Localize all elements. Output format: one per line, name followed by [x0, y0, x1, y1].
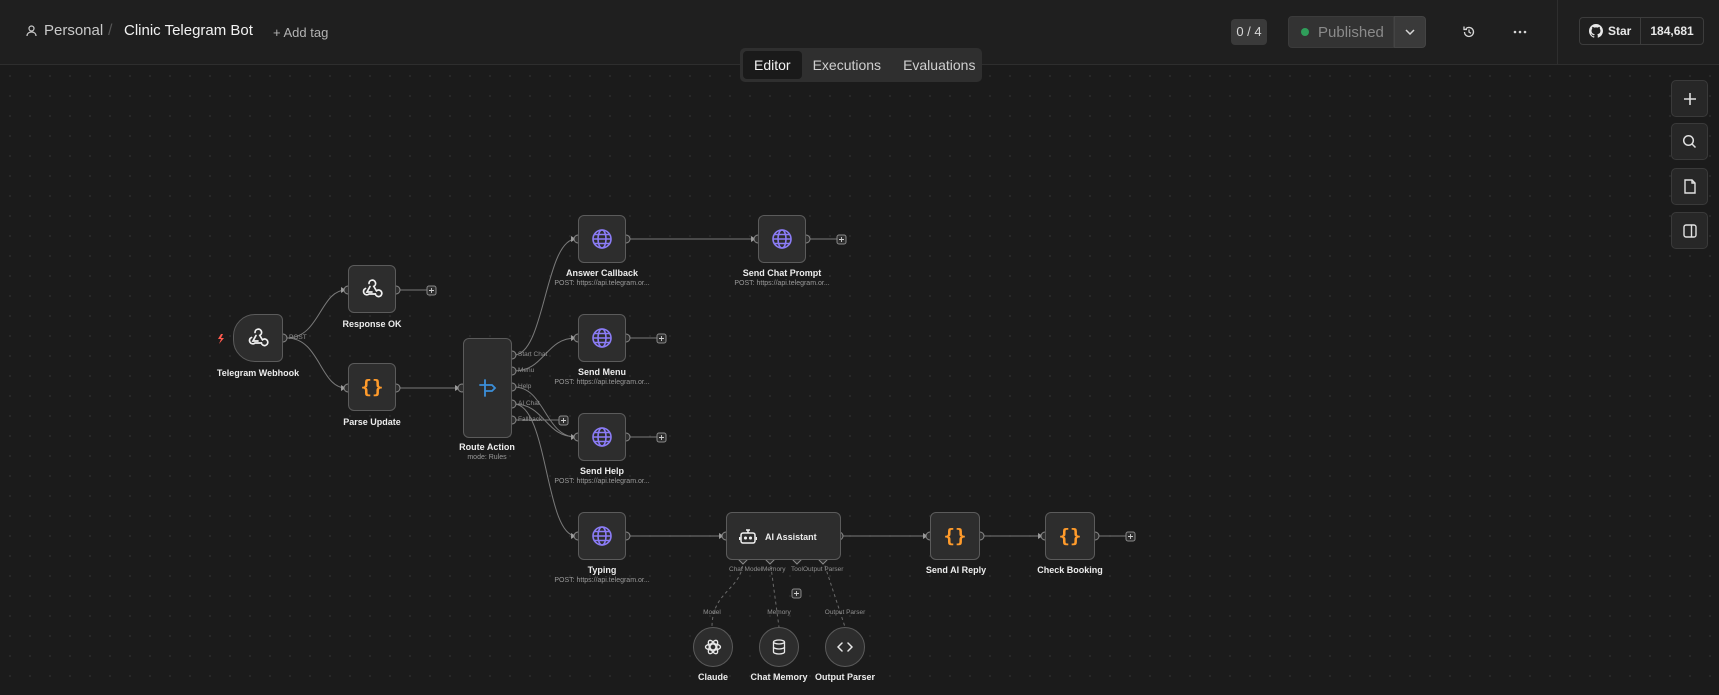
- node-send-help-subtitle: POST: https://api.telegram.or...: [554, 478, 650, 485]
- node-answer-callback-label: Answer Callback: [565, 268, 639, 278]
- node-claude[interactable]: [693, 627, 733, 667]
- globe-icon: [772, 229, 792, 249]
- node-send-chat-prompt-label: Send Chat Prompt: [742, 268, 822, 278]
- node-send-menu-label: Send Menu: [577, 367, 626, 377]
- code-braces-icon: {}: [360, 376, 384, 398]
- port-label-memory: Memory: [762, 566, 786, 573]
- webhook-icon: [362, 279, 383, 298]
- code-braces-icon: {}: [1058, 525, 1082, 547]
- globe-icon: [592, 427, 612, 447]
- port-label-tool: Tool: [791, 566, 803, 573]
- port-label-post: POST: [289, 334, 307, 341]
- node-response-ok[interactable]: [348, 265, 396, 313]
- edge-webhook-response: [286, 289, 347, 339]
- port-label-fallback: Fallback: [518, 416, 543, 423]
- trigger-bolt-icon: [218, 334, 224, 344]
- code-icon: [837, 642, 853, 652]
- node-output-parser[interactable]: [825, 627, 865, 667]
- node-parse-update[interactable]: {}: [348, 363, 396, 411]
- edge-route-answer: [513, 238, 577, 356]
- robot-icon: [739, 529, 757, 544]
- edge-route-help: [513, 386, 577, 438]
- globe-icon: [592, 328, 612, 348]
- port-label-start-chat: Start Chat: [518, 351, 548, 358]
- node-response-ok-label: Response OK: [342, 319, 402, 329]
- globe-icon: [592, 229, 612, 249]
- router-icon: [478, 379, 496, 397]
- code-braces-icon: {}: [943, 525, 967, 547]
- node-answer-callback-subtitle: POST: https://api.telegram.or...: [554, 280, 650, 287]
- node-chat-memory[interactable]: [759, 627, 799, 667]
- node-typing-subtitle: POST: https://api.telegram.or...: [554, 577, 650, 584]
- edge-webhook-parse: [286, 337, 347, 389]
- node-send-menu[interactable]: [578, 314, 626, 362]
- node-ai-assistant[interactable]: AI Assistant: [726, 512, 841, 560]
- sub-label-output-parser: Output Parser: [824, 609, 866, 616]
- node-answer-callback[interactable]: [578, 215, 626, 263]
- node-send-menu-subtitle: POST: https://api.telegram.or...: [554, 379, 650, 386]
- port-label-ai-chat: AI Chat: [518, 400, 540, 407]
- node-send-help[interactable]: [578, 413, 626, 461]
- node-telegram-webhook-label: Telegram Webhook: [216, 368, 300, 378]
- sub-label-memory: Memory: [767, 609, 791, 616]
- node-typing[interactable]: [578, 512, 626, 560]
- node-parse-update-label: Parse Update: [343, 417, 401, 427]
- globe-icon: [592, 526, 612, 546]
- node-check-booking-label: Check Booking: [1037, 565, 1103, 575]
- node-send-ai-reply[interactable]: {}: [930, 512, 980, 560]
- node-typing-label: Typing: [587, 565, 617, 575]
- port-label-chat-model: Chat Model: [729, 566, 763, 573]
- openai-knot-icon: [704, 639, 722, 655]
- node-check-booking[interactable]: {}: [1045, 512, 1095, 560]
- database-icon: [772, 639, 786, 655]
- node-send-help-label: Send Help: [579, 466, 624, 476]
- node-send-chat-prompt[interactable]: [758, 215, 806, 263]
- node-route-action-subtitle: mode: Rules: [467, 454, 507, 461]
- sub-label-model: Model: [703, 609, 721, 616]
- node-route-action[interactable]: [463, 338, 512, 438]
- node-ai-assistant-label: AI Assistant: [765, 532, 817, 542]
- webhook-icon: [248, 328, 269, 347]
- port-label-output-parser: Output Parser: [803, 566, 844, 573]
- node-send-chat-prompt-subtitle: POST: https://api.telegram.or...: [734, 280, 830, 287]
- node-output-parser-label: Output Parser: [814, 672, 875, 682]
- node-telegram-webhook[interactable]: [233, 314, 283, 362]
- node-route-action-label: Route Action: [459, 442, 515, 452]
